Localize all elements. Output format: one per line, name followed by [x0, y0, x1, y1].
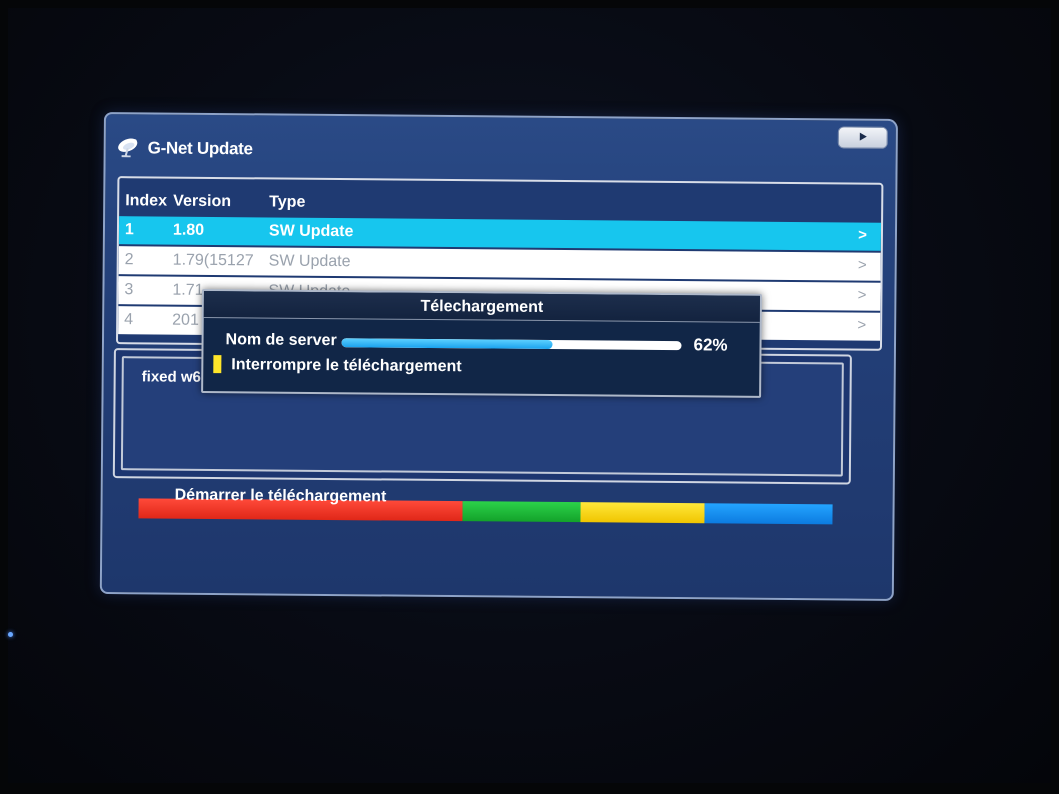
red-key-label: Démarrer le téléchargement [174, 486, 387, 506]
header-type: Type [269, 193, 306, 211]
play-button[interactable] [837, 126, 888, 149]
chevron-right-icon: > [857, 286, 867, 304]
chevron-right-icon: > [857, 256, 867, 274]
color-key-bar: Démarrer le téléchargement [138, 487, 833, 525]
yellow-key-indicator [213, 355, 222, 374]
green-key[interactable] [462, 501, 581, 523]
blue-key[interactable] [704, 503, 833, 525]
list-header: Index Version Type [119, 178, 881, 221]
interrupt-download-option[interactable]: Interrompre le téléchargement [231, 356, 461, 376]
chevron-right-icon: > [857, 316, 867, 334]
row-index: 3 [124, 281, 134, 299]
red-key-start-download[interactable]: Démarrer le téléchargement [138, 487, 463, 522]
list-item-2[interactable]: 2 1.79(15127 SW Update > [118, 246, 881, 281]
window-title: G-Net Update [147, 138, 253, 159]
row-index: 1 [124, 221, 134, 239]
row-index: 4 [124, 311, 134, 329]
header-version: Version [173, 192, 232, 211]
dialog-title-bar: Télechargement [203, 291, 760, 323]
server-name-label: Nom de server [225, 331, 337, 350]
row-index: 2 [124, 251, 134, 269]
standby-led [8, 632, 13, 637]
dialog-title: Télechargement [420, 297, 544, 316]
satellite-dish-icon [116, 136, 144, 158]
download-dialog: Télechargement Nom de server 62% Interro… [201, 289, 762, 398]
download-progress-fill [341, 338, 553, 350]
row-version: 1.80 [172, 221, 205, 239]
row-type: SW Update [268, 222, 354, 241]
download-progress-bar [341, 338, 682, 351]
description-text: fixed w6 [141, 368, 201, 386]
row-version: 1.79(15127 [172, 251, 254, 270]
title-bar: G-Net Update [106, 114, 896, 175]
list-item-1[interactable]: 1 1.80 SW Update > [118, 216, 882, 251]
progress-percent: 62% [693, 335, 728, 355]
yellow-key[interactable] [580, 502, 705, 524]
header-index: Index [125, 192, 168, 210]
chevron-right-icon: > [858, 226, 868, 244]
row-type: SW Update [268, 252, 351, 271]
play-icon [858, 129, 868, 147]
